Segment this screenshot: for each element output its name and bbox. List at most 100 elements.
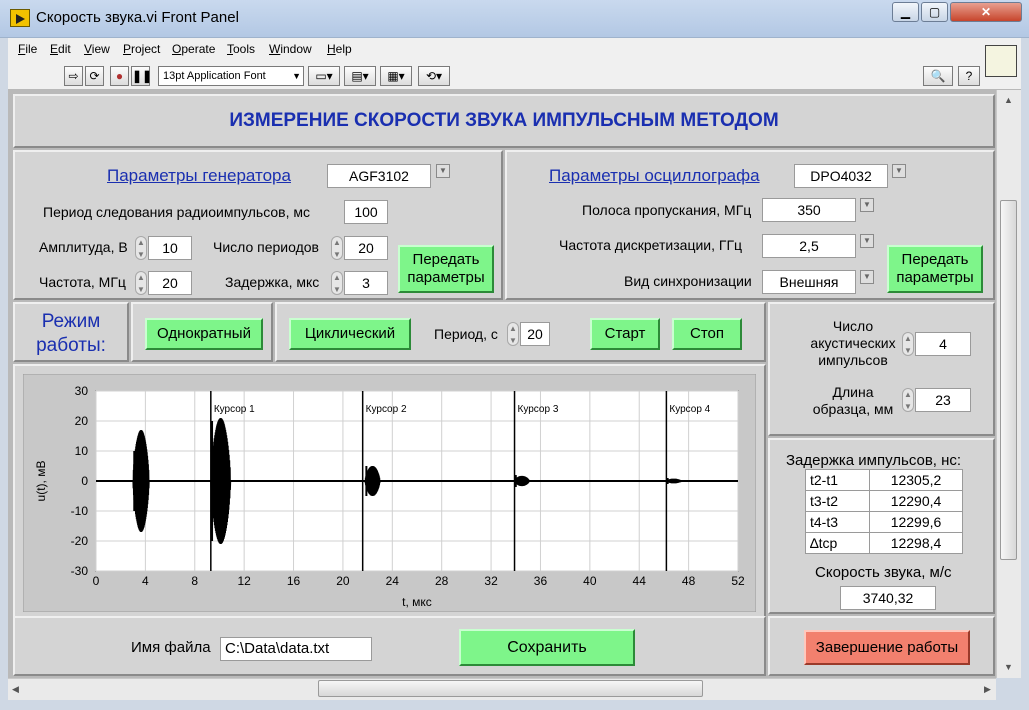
waveform-graph[interactable]: 0 4 8 12 16 20 24 28 32 36 40 44 48 523020100-10-20-3…	[23, 374, 756, 612]
help-icon[interactable]: ?	[958, 66, 980, 86]
amplitude-stepper[interactable]: ▲ ▼	[135, 236, 147, 260]
x-tick-label: 28	[435, 574, 449, 588]
cursor-label-4: Курсор 4	[669, 404, 710, 415]
menu-file[interactable]: File	[18, 42, 37, 56]
minimize-button[interactable]: ▁	[892, 2, 919, 22]
stop-button[interactable]: Стоп	[672, 318, 742, 350]
finish-button[interactable]: Завершение работы	[804, 630, 970, 665]
single-mode-button[interactable]: Однократный	[145, 318, 263, 350]
vertical-scroll-thumb[interactable]	[1000, 200, 1017, 560]
oscilloscope-send-button[interactable]: Передать параметры	[887, 245, 983, 293]
generator-box: Параметры генератора AGF3102 ▼ Период сл…	[13, 150, 503, 300]
graph-box: 0 4 8 12 16 20 24 28 32 36 40 44 48 52 30 20 10 0 -10 -20 -3…	[13, 364, 766, 624]
x-tick-label: 36	[534, 574, 548, 588]
search-icon[interactable]: 🔍	[923, 66, 953, 86]
y-tick-label: 30	[75, 384, 89, 398]
length-stepper[interactable]: ▲ ▼	[902, 388, 914, 412]
menu-operate[interactable]: Operate	[172, 42, 215, 56]
generator-period-label: Период следования радиоимпульсов, мс	[43, 204, 310, 220]
menu-window[interactable]: Window	[269, 42, 312, 56]
menu-tools[interactable]: Tools	[227, 42, 255, 56]
pulses-field[interactable]: 4	[915, 332, 971, 356]
x-axis-label: t, мкс	[402, 595, 432, 609]
num-periods-field[interactable]: 20	[344, 236, 388, 260]
mode-label: Режим работы:	[36, 311, 106, 356]
single-mode-box: Однократный	[131, 302, 273, 362]
menu-help[interactable]: Help	[327, 42, 352, 56]
file-path-field[interactable]: C:\Data\data.txt	[220, 637, 372, 661]
cycle-period-field[interactable]: 20	[520, 322, 550, 346]
cursor-label-3: Курсор 3	[518, 404, 559, 415]
delay-field[interactable]: 3	[344, 271, 388, 295]
vi-connector-icon	[985, 45, 1017, 77]
resize-objects-icon[interactable]: ▦▾	[380, 66, 412, 86]
length-field[interactable]: 23	[915, 388, 971, 412]
frequency-label: Частота, МГц	[39, 274, 126, 290]
oscilloscope-model-field[interactable]: DPO4032	[794, 164, 888, 188]
x-tick-label: 8	[191, 574, 198, 588]
delays-title: Задержка импульсов, нс:	[786, 452, 962, 469]
run-continuously-icon[interactable]: ⟳	[85, 66, 104, 86]
font-select[interactable]: 13pt Application Font	[158, 66, 304, 86]
num-periods-label: Число периодов	[213, 239, 319, 255]
y-tick-label: 10	[75, 444, 89, 458]
pulses-stepper[interactable]: ▲ ▼	[902, 332, 914, 356]
x-tick-label: 4	[142, 574, 149, 588]
menu-edit[interactable]: Edit	[50, 42, 71, 56]
sampling-dropdown[interactable]: ▼	[860, 234, 874, 248]
file-label: Имя файла	[131, 639, 211, 656]
scroll-up-icon[interactable]: ▲	[1004, 95, 1013, 105]
frequency-stepper[interactable]: ▲ ▼	[135, 271, 147, 295]
menu-project[interactable]: Project	[123, 42, 160, 56]
bandwidth-dropdown[interactable]: ▼	[860, 198, 874, 212]
distribute-objects-icon[interactable]: ▤▾	[344, 66, 376, 86]
scroll-down-icon[interactable]: ▼	[1004, 662, 1013, 672]
horizontal-scroll-thumb[interactable]	[318, 680, 703, 697]
cycle-period-stepper[interactable]: ▲ ▼	[507, 322, 519, 346]
generator-period-field[interactable]: 100	[344, 200, 388, 224]
sync-field[interactable]: Внешняя	[762, 270, 856, 294]
table-row: ∆tср 12298,4	[805, 532, 963, 554]
maximize-button[interactable]: ▢	[921, 2, 948, 22]
save-button[interactable]: Сохранить	[459, 629, 635, 666]
pulses-label: Число акустических импульсов	[810, 318, 896, 368]
generator-model-dropdown[interactable]: ▼	[436, 164, 450, 178]
sync-label: Вид синхронизации	[624, 273, 752, 289]
speed-label: Скорость звука, м/с	[815, 564, 952, 581]
delay-label: Задержка, мкс	[225, 274, 320, 290]
generator-title: Параметры генератора	[107, 166, 291, 185]
sampling-field[interactable]: 2,5	[762, 234, 856, 258]
y-tick-label: 20	[75, 414, 89, 428]
labview-app-icon	[10, 9, 30, 27]
x-tick-label: 16	[287, 574, 301, 588]
x-tick-label: 40	[583, 574, 597, 588]
frequency-field[interactable]: 20	[148, 271, 192, 295]
generator-send-button[interactable]: Передать параметры	[398, 245, 494, 293]
generator-model-field[interactable]: AGF3102	[327, 164, 431, 188]
sync-dropdown[interactable]: ▼	[860, 270, 874, 284]
delays-table: t2-t1 12305,2 t3-t2 12290,4 t4-t3 12299,6 ∆…	[805, 469, 963, 554]
oscilloscope-title: Параметры осциллографа	[549, 166, 760, 185]
amplitude-field[interactable]: 10	[148, 236, 192, 260]
num-periods-stepper[interactable]: ▲ ▼	[331, 236, 343, 260]
speed-field: 3740,32	[840, 586, 936, 610]
align-objects-icon[interactable]: ▭▾	[308, 66, 340, 86]
abort-icon[interactable]: ●	[110, 66, 129, 86]
x-tick-label: 52	[731, 574, 745, 588]
close-button[interactable]: ✕	[950, 2, 1022, 22]
cursor-label-2: Курсор 2	[366, 404, 407, 415]
pause-icon[interactable]: ❚❚	[131, 66, 152, 86]
bandwidth-field[interactable]: 350	[762, 198, 856, 222]
scroll-right-icon[interactable]: ▶	[984, 684, 991, 695]
delay-stepper[interactable]: ▲ ▼	[331, 271, 343, 295]
reorder-icon[interactable]: ⟲▾	[418, 66, 450, 86]
cyclic-mode-button[interactable]: Циклический	[289, 318, 411, 350]
run-arrow-icon[interactable]: ⇨	[64, 66, 83, 86]
menu-bar: File Edit View Project Operate Tools Win…	[8, 38, 1021, 62]
scroll-left-icon[interactable]: ◀	[12, 684, 19, 695]
y-tick-label: -10	[71, 504, 89, 518]
amplitude-label: Амплитуда, В	[39, 239, 128, 255]
start-button[interactable]: Старт	[590, 318, 660, 350]
menu-view[interactable]: View	[84, 42, 110, 56]
oscilloscope-model-dropdown[interactable]: ▼	[892, 164, 906, 178]
